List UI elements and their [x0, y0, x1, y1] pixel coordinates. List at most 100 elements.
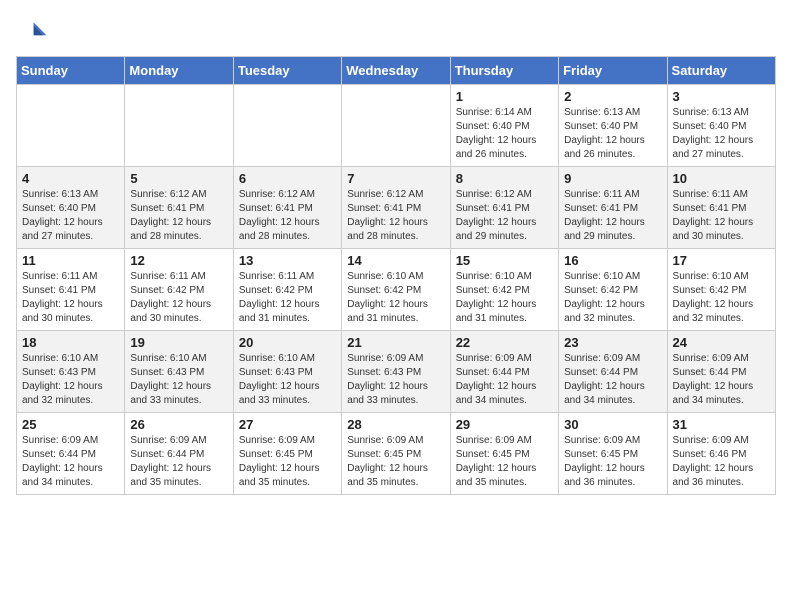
day-number: 6: [239, 171, 336, 186]
day-info: Sunrise: 6:13 AM Sunset: 6:40 PM Dayligh…: [22, 188, 119, 244]
calendar-cell: [233, 85, 341, 167]
calendar-header-row: SundayMondayTuesdayWednesdayThursdayFrid…: [17, 57, 776, 85]
calendar-week-row: 18 Sunrise: 6:10 AM Sunset: 6:43 PM Dayli…: [17, 331, 776, 413]
calendar-week-row: 4 Sunrise: 6:13 AM Sunset: 6:40 PM Daylig…: [17, 167, 776, 249]
day-number: 4: [22, 171, 119, 186]
day-number: 16: [564, 253, 661, 268]
day-info: Sunrise: 6:09 AM Sunset: 6:44 PM Dayligh…: [22, 434, 119, 490]
day-number: 25: [22, 417, 119, 432]
logo-icon: [16, 16, 48, 48]
day-info: Sunrise: 6:09 AM Sunset: 6:45 PM Dayligh…: [239, 434, 336, 490]
day-info: Sunrise: 6:09 AM Sunset: 6:45 PM Dayligh…: [564, 434, 661, 490]
day-number: 31: [673, 417, 770, 432]
day-number: 7: [347, 171, 444, 186]
day-number: 3: [673, 89, 770, 104]
day-number: 9: [564, 171, 661, 186]
calendar-cell: 9 Sunrise: 6:11 AM Sunset: 6:41 PM Daylig…: [559, 167, 667, 249]
day-number: 5: [130, 171, 227, 186]
day-info: Sunrise: 6:12 AM Sunset: 6:41 PM Dayligh…: [239, 188, 336, 244]
calendar-cell: 5 Sunrise: 6:12 AM Sunset: 6:41 PM Daylig…: [125, 167, 233, 249]
day-number: 8: [456, 171, 553, 186]
day-info: Sunrise: 6:09 AM Sunset: 6:45 PM Dayligh…: [456, 434, 553, 490]
calendar-cell: 10Sunrise: 6:11 AM Sunset: 6:41 PM Dayli…: [667, 167, 775, 249]
day-number: 30: [564, 417, 661, 432]
calendar-cell: 31Sunrise: 6:09 AM Sunset: 6:46 PM Dayli…: [667, 413, 775, 495]
day-number: 22: [456, 335, 553, 350]
calendar-cell: 18 Sunrise: 6:10 AM Sunset: 6:43 PM Dayli…: [17, 331, 125, 413]
calendar-cell: 12 Sunrise: 6:11 AM Sunset: 6:42 PM Dayli…: [125, 249, 233, 331]
day-info: Sunrise: 6:13 AM Sunset: 6:40 PM Dayligh…: [673, 106, 770, 162]
calendar-cell: 13 Sunrise: 6:11 AM Sunset: 6:42 PM Dayli…: [233, 249, 341, 331]
column-header-thursday: Thursday: [450, 57, 558, 85]
column-header-saturday: Saturday: [667, 57, 775, 85]
calendar-cell: 20Sunrise: 6:10 AM Sunset: 6:43 PM Dayli…: [233, 331, 341, 413]
day-info: Sunrise: 6:10 AM Sunset: 6:42 PM Dayligh…: [673, 270, 770, 326]
day-info: Sunrise: 6:11 AM Sunset: 6:41 PM Dayligh…: [564, 188, 661, 244]
calendar-cell: 3 Sunrise: 6:13 AM Sunset: 6:40 PM Daylig…: [667, 85, 775, 167]
calendar-cell: 16 Sunrise: 6:10 AM Sunset: 6:42 PM Dayli…: [559, 249, 667, 331]
day-number: 19: [130, 335, 227, 350]
day-number: 14: [347, 253, 444, 268]
day-number: 13: [239, 253, 336, 268]
column-header-wednesday: Wednesday: [342, 57, 450, 85]
calendar-cell: 8Sunrise: 6:12 AM Sunset: 6:41 PM Daylig…: [450, 167, 558, 249]
day-number: 2: [564, 89, 661, 104]
calendar-table: SundayMondayTuesdayWednesdayThursdayFrid…: [16, 56, 776, 495]
column-header-monday: Monday: [125, 57, 233, 85]
calendar-cell: 25 Sunrise: 6:09 AM Sunset: 6:44 PM Dayli…: [17, 413, 125, 495]
calendar-cell: 22 Sunrise: 6:09 AM Sunset: 6:44 PM Dayli…: [450, 331, 558, 413]
day-info: Sunrise: 6:10 AM Sunset: 6:42 PM Dayligh…: [347, 270, 444, 326]
day-number: 1: [456, 89, 553, 104]
day-info: Sunrise: 6:10 AM Sunset: 6:42 PM Dayligh…: [456, 270, 553, 326]
calendar-week-row: 25 Sunrise: 6:09 AM Sunset: 6:44 PM Dayli…: [17, 413, 776, 495]
day-info: Sunrise: 6:11 AM Sunset: 6:41 PM Dayligh…: [22, 270, 119, 326]
calendar-cell: 28 Sunrise: 6:09 AM Sunset: 6:45 PM Dayli…: [342, 413, 450, 495]
calendar-week-row: 11 Sunrise: 6:11 AM Sunset: 6:41 PM Dayli…: [17, 249, 776, 331]
day-number: 18: [22, 335, 119, 350]
column-header-sunday: Sunday: [17, 57, 125, 85]
day-number: 27: [239, 417, 336, 432]
calendar-cell: 2 Sunrise: 6:13 AM Sunset: 6:40 PM Daylig…: [559, 85, 667, 167]
day-number: 17: [673, 253, 770, 268]
day-number: 23: [564, 335, 661, 350]
day-number: 11: [22, 253, 119, 268]
calendar-cell: 6 Sunrise: 6:12 AM Sunset: 6:41 PM Daylig…: [233, 167, 341, 249]
day-info: Sunrise: 6:09 AM Sunset: 6:44 PM Dayligh…: [456, 352, 553, 408]
day-number: 12: [130, 253, 227, 268]
day-number: 24: [673, 335, 770, 350]
day-info: Sunrise: 6:09 AM Sunset: 6:43 PM Dayligh…: [347, 352, 444, 408]
calendar-cell: 19 Sunrise: 6:10 AM Sunset: 6:43 PM Dayli…: [125, 331, 233, 413]
logo: [16, 16, 52, 48]
day-info: Sunrise: 6:12 AM Sunset: 6:41 PM Dayligh…: [130, 188, 227, 244]
calendar-cell: 29Sunrise: 6:09 AM Sunset: 6:45 PM Dayli…: [450, 413, 558, 495]
day-number: 21: [347, 335, 444, 350]
day-info: Sunrise: 6:11 AM Sunset: 6:42 PM Dayligh…: [130, 270, 227, 326]
day-info: Sunrise: 6:11 AM Sunset: 6:42 PM Dayligh…: [239, 270, 336, 326]
calendar-cell: 1Sunrise: 6:14 AM Sunset: 6:40 PM Daylig…: [450, 85, 558, 167]
day-info: Sunrise: 6:13 AM Sunset: 6:40 PM Dayligh…: [564, 106, 661, 162]
day-info: Sunrise: 6:09 AM Sunset: 6:45 PM Dayligh…: [347, 434, 444, 490]
calendar-cell: 7 Sunrise: 6:12 AM Sunset: 6:41 PM Daylig…: [342, 167, 450, 249]
calendar-cell: 26Sunrise: 6:09 AM Sunset: 6:44 PM Dayli…: [125, 413, 233, 495]
day-info: Sunrise: 6:09 AM Sunset: 6:44 PM Dayligh…: [673, 352, 770, 408]
day-number: 28: [347, 417, 444, 432]
column-header-friday: Friday: [559, 57, 667, 85]
day-info: Sunrise: 6:12 AM Sunset: 6:41 PM Dayligh…: [347, 188, 444, 244]
day-info: Sunrise: 6:10 AM Sunset: 6:43 PM Dayligh…: [22, 352, 119, 408]
day-info: Sunrise: 6:10 AM Sunset: 6:42 PM Dayligh…: [564, 270, 661, 326]
calendar-cell: 23 Sunrise: 6:09 AM Sunset: 6:44 PM Dayli…: [559, 331, 667, 413]
day-number: 10: [673, 171, 770, 186]
calendar-week-row: 1Sunrise: 6:14 AM Sunset: 6:40 PM Daylig…: [17, 85, 776, 167]
day-info: Sunrise: 6:09 AM Sunset: 6:44 PM Dayligh…: [564, 352, 661, 408]
calendar-cell: 4 Sunrise: 6:13 AM Sunset: 6:40 PM Daylig…: [17, 167, 125, 249]
day-info: Sunrise: 6:09 AM Sunset: 6:44 PM Dayligh…: [130, 434, 227, 490]
calendar-cell: [17, 85, 125, 167]
calendar-cell: 14 Sunrise: 6:10 AM Sunset: 6:42 PM Dayli…: [342, 249, 450, 331]
day-info: Sunrise: 6:10 AM Sunset: 6:43 PM Dayligh…: [130, 352, 227, 408]
day-number: 15: [456, 253, 553, 268]
calendar-cell: 21 Sunrise: 6:09 AM Sunset: 6:43 PM Dayli…: [342, 331, 450, 413]
calendar-cell: [125, 85, 233, 167]
calendar-cell: 15 Sunrise: 6:10 AM Sunset: 6:42 PM Dayli…: [450, 249, 558, 331]
calendar-cell: 30 Sunrise: 6:09 AM Sunset: 6:45 PM Dayli…: [559, 413, 667, 495]
column-header-tuesday: Tuesday: [233, 57, 341, 85]
